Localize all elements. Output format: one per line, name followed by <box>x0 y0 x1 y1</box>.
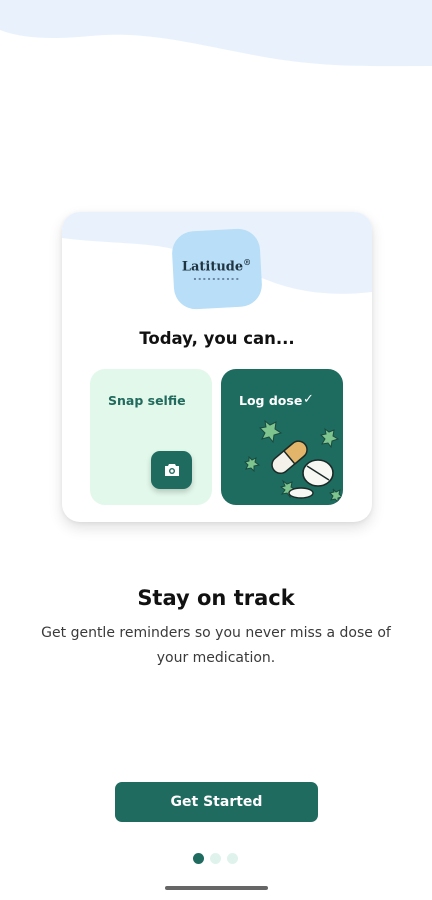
home-indicator-bar[interactable] <box>165 886 268 890</box>
pills-illustration <box>244 419 343 504</box>
onboarding-description: Get gentle reminders so you never miss a… <box>41 625 391 666</box>
camera-icon <box>164 464 179 476</box>
top-wave-decoration <box>0 0 432 67</box>
snap-selfie-tile[interactable]: Snap selfie <box>90 369 212 505</box>
page-dot-1[interactable] <box>193 853 204 864</box>
preview-card: Latitude® ▪▪▪▪▪▪▪▪▪▪ Today, you can... S… <box>62 212 372 522</box>
card-heading: Today, you can... <box>139 329 295 348</box>
camera-button[interactable] <box>151 451 192 489</box>
page-indicator <box>193 853 238 864</box>
logo-registered-mark: ® <box>243 256 252 267</box>
logo-text: Latitude <box>182 259 244 275</box>
snap-selfie-label: Snap selfie <box>108 393 186 408</box>
get-started-button[interactable]: Get Started <box>115 782 318 822</box>
logo-subtext-decoration: ▪▪▪▪▪▪▪▪▪▪ <box>193 276 242 282</box>
log-dose-tile[interactable]: Log dose ✓ <box>221 369 343 505</box>
onboarding-title: Stay on track <box>137 586 295 610</box>
page-dot-3[interactable] <box>227 853 238 864</box>
checkmark-icon: ✓ <box>303 392 314 407</box>
latitude-logo: Latitude® ▪▪▪▪▪▪▪▪▪▪ <box>171 227 263 311</box>
page-dot-2[interactable] <box>210 853 221 864</box>
log-dose-label: Log dose <box>239 393 303 408</box>
